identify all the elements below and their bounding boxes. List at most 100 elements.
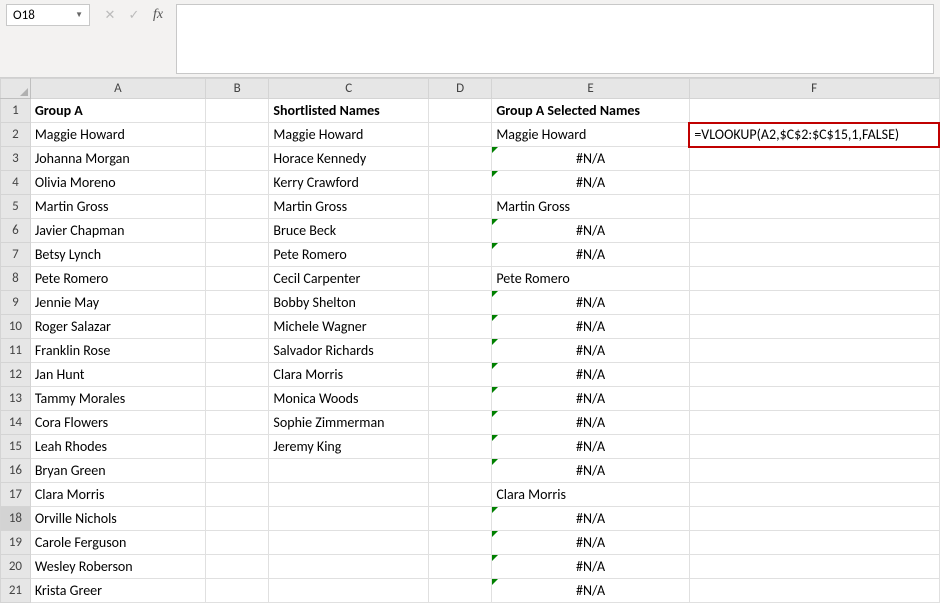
cell[interactable] [689,483,939,507]
cell[interactable]: Pete Romero [269,243,429,267]
cell[interactable] [689,339,939,363]
col-header-C[interactable]: C [269,79,429,99]
row-header[interactable]: 16 [1,459,31,483]
name-box[interactable]: O18 ▼ [6,4,90,26]
cell[interactable] [689,411,939,435]
cell[interactable] [206,99,269,123]
cell[interactable]: Maggie Howard [269,123,429,147]
cell[interactable]: Tammy Morales [30,387,205,411]
row-header[interactable]: 4 [1,171,31,195]
col-header-B[interactable]: B [206,79,269,99]
cell[interactable]: Cecil Carpenter [269,267,429,291]
cell[interactable]: Horace Kennedy [269,147,429,171]
cell[interactable] [428,171,491,195]
cell[interactable] [206,195,269,219]
formula-cell-highlight[interactable]: =VLOOKUP(A2,$C$2:$C$15,1,FALSE) [689,123,939,147]
cell[interactable] [206,411,269,435]
fx-button[interactable]: fx [146,4,170,26]
cell[interactable] [689,555,939,579]
cell[interactable]: Group A [30,99,205,123]
cell[interactable] [428,579,491,603]
cell[interactable] [206,507,269,531]
col-header-E[interactable]: E [492,79,689,99]
cell[interactable] [428,483,491,507]
cell[interactable] [689,147,939,171]
row-header[interactable]: 15 [1,435,31,459]
cell[interactable] [428,267,491,291]
cell[interactable]: #N/A [492,411,689,435]
cell[interactable]: Jan Hunt [30,363,205,387]
cell[interactable] [206,579,269,603]
cell[interactable]: Orville Nichols [30,507,205,531]
cell[interactable] [269,459,429,483]
cell[interactable]: Javier Chapman [30,219,205,243]
cell[interactable]: Kerry Crawford [269,171,429,195]
cell[interactable]: Michele Wagner [269,315,429,339]
cell[interactable]: Clara Morris [492,483,689,507]
cell[interactable] [428,363,491,387]
row-header[interactable]: 8 [1,267,31,291]
cell[interactable] [428,411,491,435]
cell[interactable] [428,459,491,483]
cell[interactable] [269,579,429,603]
cell[interactable]: #N/A [492,507,689,531]
cell[interactable]: Pete Romero [30,267,205,291]
cell[interactable] [206,339,269,363]
cell[interactable] [428,339,491,363]
cell[interactable]: Olivia Moreno [30,171,205,195]
cell[interactable]: #N/A [492,147,689,171]
col-header-A[interactable]: A [30,79,205,99]
cell[interactable]: Monica Woods [269,387,429,411]
cell[interactable]: #N/A [492,291,689,315]
cell[interactable] [428,507,491,531]
cell[interactable] [428,243,491,267]
cell[interactable] [689,195,939,219]
cell[interactable]: Franklin Rose [30,339,205,363]
select-all-corner[interactable] [1,79,31,99]
row-header[interactable]: 2 [1,123,31,147]
cell[interactable]: Roger Salazar [30,315,205,339]
cell[interactable] [206,267,269,291]
cell[interactable] [206,363,269,387]
cell[interactable] [206,435,269,459]
cell[interactable] [428,147,491,171]
cell[interactable]: Johanna Morgan [30,147,205,171]
row-header[interactable]: 20 [1,555,31,579]
cell[interactable]: Bruce Beck [269,219,429,243]
cell[interactable]: #N/A [492,171,689,195]
cell[interactable]: Betsy Lynch [30,243,205,267]
cell[interactable]: #N/A [492,315,689,339]
row-header[interactable]: 3 [1,147,31,171]
row-header[interactable]: 9 [1,291,31,315]
cell[interactable]: #N/A [492,555,689,579]
cell[interactable]: Clara Morris [30,483,205,507]
cell[interactable]: Wesley Roberson [30,555,205,579]
cell[interactable]: Krista Greer [30,579,205,603]
row-header[interactable]: 14 [1,411,31,435]
row-header[interactable]: 6 [1,219,31,243]
cell[interactable]: Jennie May [30,291,205,315]
cell[interactable] [689,459,939,483]
cell[interactable] [689,507,939,531]
row-header[interactable]: 7 [1,243,31,267]
col-header-F[interactable]: F [689,79,939,99]
cell[interactable] [428,219,491,243]
cell[interactable]: #N/A [492,435,689,459]
chevron-down-icon[interactable]: ▼ [75,10,83,20]
cell[interactable] [206,387,269,411]
cell[interactable]: Leah Rhodes [30,435,205,459]
cell[interactable] [206,483,269,507]
cell[interactable] [428,531,491,555]
cell[interactable]: #N/A [492,363,689,387]
cell[interactable] [689,171,939,195]
cell[interactable] [206,291,269,315]
cell[interactable]: Shortlisted Names [269,99,429,123]
cell[interactable] [689,267,939,291]
cell[interactable]: Jeremy King [269,435,429,459]
cell[interactable]: Salvador Richards [269,339,429,363]
row-header[interactable]: 21 [1,579,31,603]
cell[interactable] [206,531,269,555]
cell[interactable] [428,291,491,315]
cell[interactable]: Martin Gross [30,195,205,219]
cell[interactable]: #N/A [492,339,689,363]
